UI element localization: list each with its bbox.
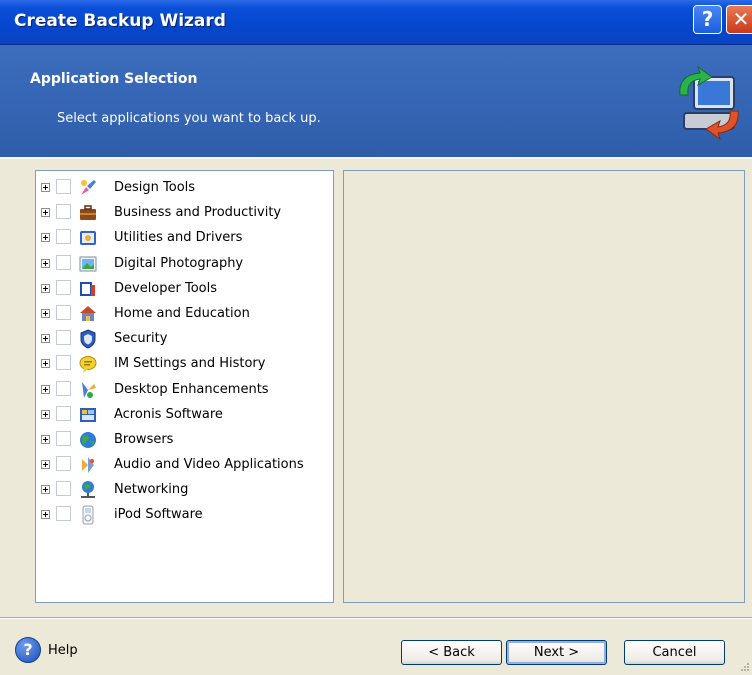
tree-item-label: Developer Tools [114, 280, 218, 296]
tree-item-label: Desktop Enhancements [114, 381, 269, 397]
backup-computer-icon [679, 65, 739, 141]
expand-icon[interactable] [41, 208, 50, 218]
acronis-icon [80, 407, 96, 422]
footer-separator [0, 617, 752, 619]
tree-item-digital-photography[interactable]: Digital Photography [36, 252, 333, 277]
tree-item-label: Design Tools [114, 180, 196, 195]
developer-tools-icon [80, 281, 95, 296]
page-title: Application Selection [30, 71, 198, 87]
tree-checkbox[interactable] [56, 229, 71, 245]
expand-icon[interactable] [41, 384, 50, 394]
tree-checkbox[interactable] [56, 456, 71, 472]
expand-icon[interactable] [41, 434, 50, 444]
page-subtitle: Select applications you want to back up. [57, 111, 321, 126]
tree-item-label: Business and Productivity [114, 205, 282, 221]
tree-checkbox[interactable] [56, 330, 71, 346]
title-help-button[interactable]: ? [693, 5, 722, 34]
tree-checkbox[interactable] [56, 204, 71, 220]
audio-video-icon [82, 457, 94, 474]
tree-checkbox[interactable] [56, 279, 71, 295]
tree-item-business-productivity[interactable]: Business and Productivity [36, 201, 333, 226]
help-link[interactable]: Help [48, 643, 78, 658]
back-button[interactable]: < Back [401, 640, 502, 665]
globe-icon [80, 431, 96, 448]
tree-checkbox[interactable] [56, 481, 71, 497]
briefcase-icon [80, 205, 96, 221]
tree-item-label: Audio and Video Applications [114, 457, 304, 473]
tree-checkbox[interactable] [56, 506, 71, 522]
tree-item-label: Acronis Software [114, 406, 223, 422]
tree-item-label: iPod Software [114, 507, 203, 523]
shield-icon [80, 329, 96, 349]
resize-grip-icon[interactable] [738, 660, 750, 672]
tree-item-design-tools[interactable]: Design Tools [36, 176, 333, 201]
tree-item-desktop-enhancements[interactable]: Desktop Enhancements [36, 378, 333, 403]
question-mark-icon: ? [23, 640, 33, 659]
photo-icon [79, 256, 97, 272]
title-bar: Create Backup Wizard ? ✕ [0, 0, 752, 45]
tree-checkbox[interactable] [56, 304, 71, 320]
tree-item-security[interactable]: Security [36, 327, 333, 352]
tree-item-label: Home and Education [114, 305, 250, 321]
tree-item-home-education[interactable]: Home and Education [36, 302, 333, 327]
tree-item-ipod-software[interactable]: iPod Software [36, 503, 333, 528]
tree-checkbox[interactable] [56, 355, 71, 371]
window-title: Create Backup Wizard [14, 11, 226, 31]
network-icon [81, 481, 95, 499]
tree-item-label: IM Settings and History [114, 356, 266, 372]
tree-item-browsers[interactable]: Browsers [36, 428, 333, 453]
details-panel [343, 170, 745, 603]
next-button[interactable]: Next > [506, 640, 607, 665]
tree-list: Design Tools Business and Productivity U… [36, 176, 333, 529]
tree-checkbox[interactable] [56, 380, 71, 396]
tree-item-label: Networking [114, 482, 189, 498]
wizard-header: Application Selection Select application… [0, 45, 752, 159]
expand-icon[interactable] [41, 409, 50, 419]
expand-icon[interactable] [41, 308, 50, 318]
tree-item-im-settings[interactable]: IM Settings and History [36, 352, 333, 377]
design-tools-icon [81, 180, 96, 195]
cancel-button[interactable]: Cancel [624, 640, 725, 665]
tree-item-label: Security [114, 331, 168, 347]
tree-checkbox[interactable] [56, 254, 71, 270]
help-icon[interactable]: ? [15, 637, 41, 663]
utilities-icon [80, 231, 96, 246]
tree-item-acronis-software[interactable]: Acronis Software [36, 403, 333, 428]
close-icon: ✕ [732, 7, 750, 31]
tree-item-label: Utilities and Drivers [114, 230, 243, 246]
home-education-icon [80, 305, 96, 321]
expand-icon[interactable] [41, 233, 50, 243]
desktop-enhancements-icon [82, 381, 96, 398]
tree-checkbox[interactable] [56, 179, 71, 194]
expand-icon[interactable] [41, 460, 50, 470]
expand-icon[interactable] [41, 183, 50, 192]
chat-bubble-icon [79, 356, 97, 374]
tree-item-utilities-drivers[interactable]: Utilities and Drivers [36, 226, 333, 251]
tree-item-label: Digital Photography [114, 255, 244, 271]
expand-icon[interactable] [41, 359, 50, 369]
tree-checkbox[interactable] [56, 430, 71, 446]
tree-item-label: Browsers [114, 431, 174, 447]
tree-checkbox[interactable] [56, 405, 71, 421]
ipod-icon [82, 505, 94, 525]
tree-item-networking[interactable]: Networking [36, 478, 333, 503]
application-tree[interactable]: Design Tools Business and Productivity U… [35, 170, 334, 603]
tree-item-audio-video[interactable]: Audio and Video Applications [36, 453, 333, 478]
expand-icon[interactable] [41, 283, 50, 293]
expand-icon[interactable] [41, 485, 50, 495]
close-button[interactable]: ✕ [726, 5, 752, 34]
expand-icon[interactable] [41, 510, 50, 520]
expand-icon[interactable] [41, 334, 50, 344]
question-mark-icon: ? [701, 7, 714, 31]
tree-item-developer-tools[interactable]: Developer Tools [36, 277, 333, 302]
expand-icon[interactable] [41, 258, 50, 268]
